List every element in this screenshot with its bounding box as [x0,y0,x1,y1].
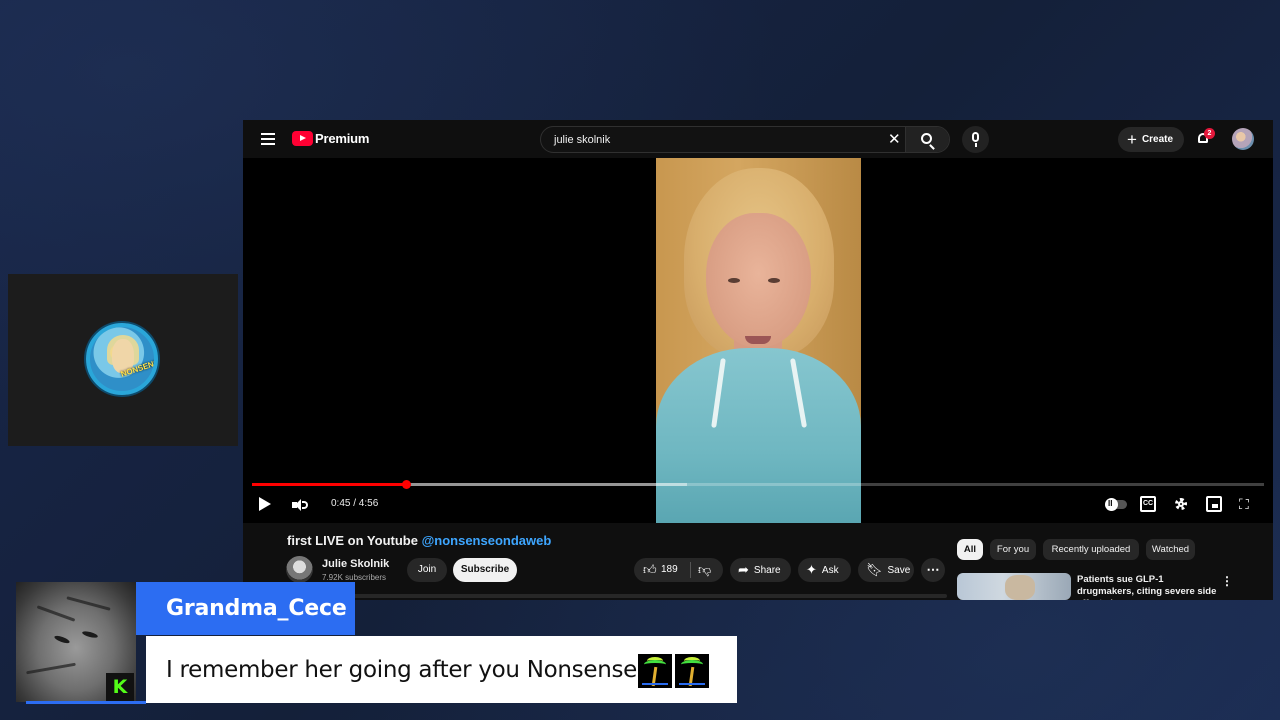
subscriber-count: 7.92K subscribers [322,573,387,582]
join-button[interactable]: Join [407,558,447,582]
sparkle-icon: ✦ [806,562,817,577]
notification-badge: 2 [1204,128,1215,139]
settings-gear-icon[interactable] [1173,496,1189,512]
search-button[interactable] [905,127,949,152]
hamburger-menu-icon[interactable] [261,133,275,145]
search-box[interactable]: julie skolnik ✕ [540,126,950,153]
video-player[interactable]: 0:45 / 4:56 CC ⛶ [243,158,1273,523]
chip-watched[interactable]: Watched [1146,539,1195,560]
avatar-underline [26,701,146,704]
top-bar: Premium julie skolnik ✕ + Create 2 [243,120,1273,158]
channel-name[interactable]: Julie Skolnik [322,558,389,570]
plus-icon: + [1127,130,1137,149]
recommendation-thumbnail[interactable] [957,573,1071,600]
logo-text: Premium [315,131,370,146]
recommendation-title[interactable]: Patients sue GLP-1 drugmakers, citing se… [1077,574,1217,600]
microphone-icon [972,132,979,142]
share-button[interactable]: ➦ Share [730,558,791,582]
fullscreen-icon[interactable]: ⛶ [1239,496,1253,512]
create-label: Create [1141,134,1174,145]
thumbs-down-icon[interactable]: 👎︎ [698,562,711,578]
palm-tree-emote-icon [638,654,672,688]
subscribe-button[interactable]: Subscribe [453,558,517,582]
kick-logo-icon: K [106,673,134,701]
streamer-avatar: NONSENSE [86,323,158,395]
bookmark-icon: 🔖︎ [866,562,883,577]
notifications-button[interactable]: 2 [1196,128,1215,146]
chat-username: Grandma_Cece [166,596,347,621]
channel-handle-link[interactable]: @nonsenseondaweb [422,533,552,548]
captions-icon[interactable]: CC [1140,496,1156,512]
share-label: Share [753,564,781,576]
chip-for-you[interactable]: For you [990,539,1036,560]
time-display: 0:45 / 4:56 [331,498,379,509]
search-input[interactable]: julie skolnik [554,134,610,146]
scrubber-handle[interactable] [401,480,411,489]
ask-button[interactable]: ✦ Ask [798,558,851,582]
chat-username-tag: Grandma_Cece [136,582,355,635]
ask-label: Ask [821,564,839,576]
played-bar [252,483,406,486]
like-count[interactable]: 189 [661,564,678,575]
like-dislike-group: 👍︎ 189 👎︎ [634,558,723,582]
recommendation-more-icon[interactable]: ⋮ [1221,574,1233,588]
theater-mode-icon[interactable] [1206,496,1222,512]
channel-avatar[interactable] [286,556,313,583]
save-label: Save [887,564,911,576]
description-box-edge [287,594,947,598]
account-avatar[interactable] [1232,128,1254,150]
chip-recently-uploaded[interactable]: Recently uploaded [1043,539,1139,560]
create-button[interactable]: + Create [1118,127,1184,152]
video-title-text: first LIVE on Youtube [287,533,418,548]
progress-bar[interactable] [252,480,1264,489]
share-icon: ➦ [738,562,749,577]
youtube-window: Premium julie skolnik ✕ + Create 2 0:45 … [243,120,1273,600]
volume-icon[interactable] [292,499,308,511]
youtube-premium-logo[interactable]: Premium [292,131,369,146]
play-button[interactable] [259,497,271,511]
more-actions-button[interactable]: ⋯ [921,558,945,582]
video-title: first LIVE on Youtube @nonsenseondaweb [287,533,551,548]
video-frame [656,158,861,523]
voice-search-button[interactable] [962,126,989,153]
autoplay-toggle-icon[interactable] [1105,496,1127,512]
youtube-play-logo-icon [292,131,313,146]
palm-tree-emote-icon [675,654,709,688]
chat-message-text: I remember her going after you Nonsense [166,656,638,683]
chip-all[interactable]: All [957,539,983,560]
clear-search-icon[interactable]: ✕ [888,130,901,148]
save-button[interactable]: 🔖︎ Save [858,558,914,582]
thumbs-up-icon[interactable]: 👍︎ [643,562,657,578]
search-icon [921,133,932,144]
